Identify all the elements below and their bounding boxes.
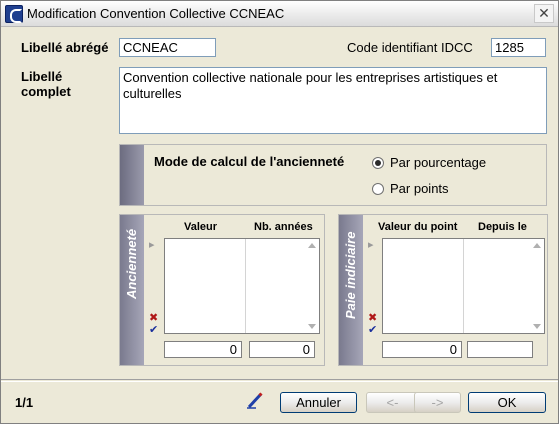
seniority-mode-title: Mode de calcul de l'ancienneté: [154, 154, 345, 169]
close-button[interactable]: ✕: [534, 4, 554, 23]
index-pay-group: Paie indiciaire Valeur du point Depuis l…: [338, 214, 548, 366]
next-button[interactable]: ->: [414, 392, 461, 413]
radio-points-label: Par points: [390, 181, 449, 196]
vertical-scrollbar[interactable]: [530, 239, 544, 333]
column-header-since[interactable]: Depuis le: [478, 221, 527, 233]
seniority-years-total: 0: [249, 341, 315, 358]
scroll-up-icon[interactable]: [308, 243, 316, 248]
ok-button[interactable]: OK: [468, 392, 546, 413]
radio-percentage-indicator[interactable]: [372, 156, 384, 169]
column-header-years[interactable]: Nb. années: [254, 221, 313, 233]
since-date-total: [467, 341, 533, 358]
point-value-total: 0: [382, 341, 462, 358]
cancel-button[interactable]: Annuler: [280, 392, 357, 413]
idcc-label: Code identifiant IDCC: [347, 40, 473, 55]
radio-points[interactable]: Par points: [372, 181, 449, 196]
radio-percentage-label: Par pourcentage: [390, 155, 487, 170]
row-pointer-icon: ▸: [368, 239, 374, 251]
panel-side-bar: [120, 145, 144, 205]
row-pointer-icon: ▸: [149, 239, 155, 251]
vertical-scrollbar[interactable]: [305, 239, 319, 333]
scroll-down-icon[interactable]: [308, 324, 316, 329]
title-bar[interactable]: Modification Convention Collective CCNEA…: [1, 1, 558, 27]
footer-separator: [1, 379, 558, 382]
index-pay-side-label: Paie indiciaire: [343, 231, 358, 319]
previous-button[interactable]: <-: [366, 392, 419, 413]
column-header-value[interactable]: Valeur: [184, 221, 217, 233]
index-pay-table[interactable]: [382, 238, 545, 334]
full-label-line1: Libellé: [21, 69, 63, 84]
app-logo-icon: [5, 5, 23, 23]
full-label-line2: complet: [21, 84, 71, 99]
seniority-side-label: Ancienneté: [124, 228, 139, 299]
scroll-down-icon[interactable]: [533, 324, 541, 329]
seniority-table[interactable]: [164, 238, 320, 334]
radio-points-indicator[interactable]: [372, 182, 384, 195]
column-header-point-value[interactable]: Valeur du point: [378, 221, 457, 233]
column-divider: [245, 239, 246, 333]
delete-row-icon[interactable]: ✖: [149, 313, 158, 324]
record-counter: 1/1: [15, 395, 34, 410]
idcc-input[interactable]: 1285: [491, 38, 546, 57]
validate-row-icon[interactable]: ✔: [149, 325, 158, 336]
window-title: Modification Convention Collective CCNEA…: [27, 6, 285, 21]
delete-row-icon[interactable]: ✖: [368, 313, 377, 324]
radio-percentage[interactable]: Par pourcentage: [372, 155, 486, 170]
short-label: Libellé abrégé: [21, 40, 109, 55]
column-divider: [463, 239, 464, 333]
short-label-input[interactable]: CCNEAC: [119, 38, 216, 57]
seniority-value-total: 0: [164, 341, 242, 358]
edit-pen-icon[interactable]: [246, 391, 264, 409]
full-label-textarea[interactable]: Convention collective nationale pour les…: [119, 67, 547, 134]
dialog-window: Modification Convention Collective CCNEA…: [0, 0, 559, 424]
seniority-mode-panel: Mode de calcul de l'ancienneté Par pourc…: [119, 144, 547, 206]
seniority-group: Ancienneté Valeur Nb. années ▸ ✖ ✔ 0 0: [119, 214, 325, 366]
validate-row-icon[interactable]: ✔: [368, 325, 377, 336]
scroll-up-icon[interactable]: [533, 243, 541, 248]
